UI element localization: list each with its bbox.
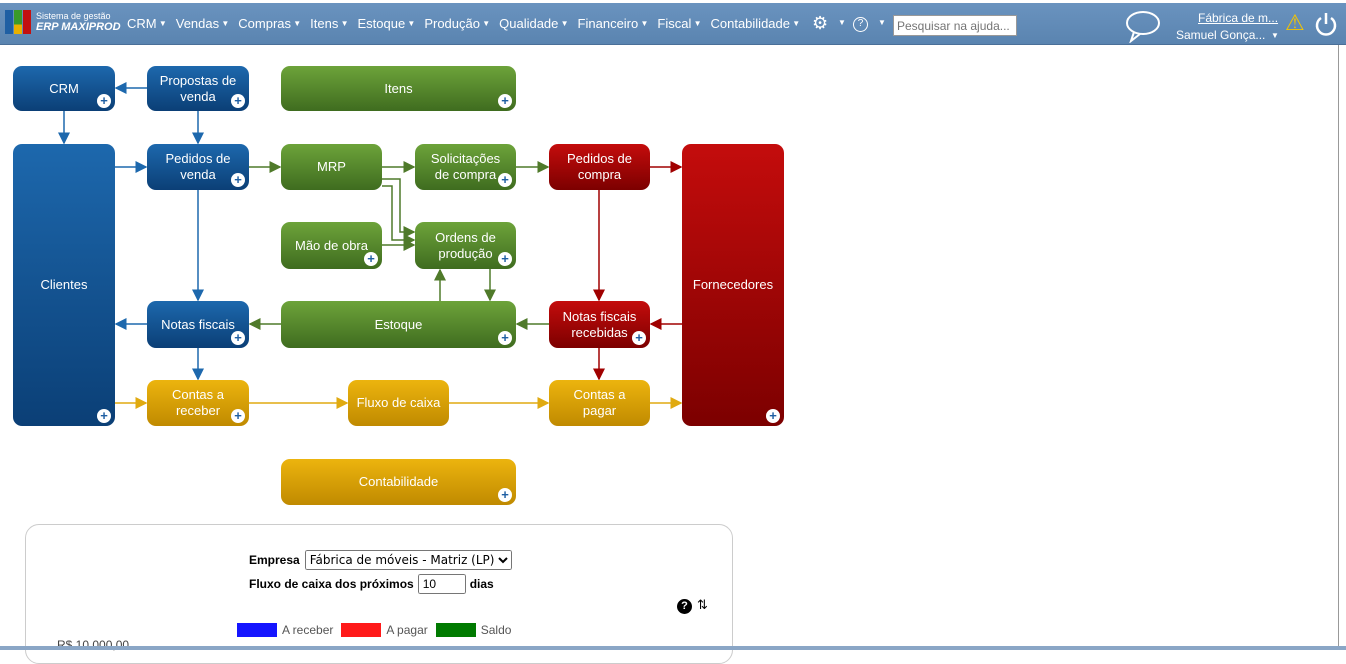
module-contas-pagar[interactable]: Contas a pagar xyxy=(549,380,650,426)
module-mrp[interactable]: MRP xyxy=(281,144,382,190)
module-label: Notas fiscais xyxy=(161,316,235,332)
module-estoque[interactable]: Estoque + xyxy=(281,301,516,348)
module-label: Fornecedores xyxy=(692,277,774,292)
empresa-select[interactable]: Fábrica de móveis - Matriz (LP) xyxy=(304,550,512,570)
legend-label: Saldo xyxy=(480,623,512,637)
days-input[interactable] xyxy=(417,574,466,594)
module-label: Contas a pagar xyxy=(573,387,626,418)
module-fluxo[interactable]: Fluxo de caixa xyxy=(348,380,449,426)
module-clientes[interactable]: Clientes + xyxy=(13,144,115,426)
chat-icon[interactable] xyxy=(1124,9,1162,43)
module-label: Fluxo de caixa xyxy=(356,395,441,410)
refresh-icon[interactable]: ⇅ xyxy=(697,597,708,613)
plus-icon[interactable]: + xyxy=(231,94,245,108)
module-contas-receber[interactable]: Contas a receber + xyxy=(147,380,249,426)
warning-icon[interactable]: ⚠ xyxy=(1285,10,1305,36)
help-search-input[interactable] xyxy=(893,15,1017,36)
cashflow-panel: Empresa Fábrica de móveis - Matriz (LP) … xyxy=(25,524,733,664)
plus-icon[interactable]: + xyxy=(364,252,378,266)
module-label: CRM xyxy=(49,80,79,96)
legend-item: A pagar xyxy=(341,623,428,637)
module-mao-obra[interactable]: Mão de obra + xyxy=(281,222,382,269)
plus-icon[interactable]: + xyxy=(498,252,512,266)
module-label: Contabilidade xyxy=(358,474,439,489)
plus-icon[interactable]: + xyxy=(97,409,111,423)
legend-swatch xyxy=(341,623,382,637)
gear-icon[interactable]: ⚙ xyxy=(812,13,828,34)
plus-icon[interactable]: + xyxy=(632,331,646,345)
company-link[interactable]: Fábrica de m... xyxy=(1198,11,1278,25)
module-notas-fiscais[interactable]: Notas fiscais + xyxy=(147,301,249,348)
power-icon[interactable] xyxy=(1314,11,1338,37)
module-label: Mão de obra xyxy=(295,237,368,253)
module-pedidos-compra[interactable]: Pedidos de compra xyxy=(549,144,650,190)
plus-icon[interactable]: + xyxy=(498,331,512,345)
plus-icon[interactable]: + xyxy=(766,409,780,423)
plus-icon[interactable]: + xyxy=(231,173,245,187)
module-fornecedores[interactable]: Fornecedores + xyxy=(682,144,784,426)
legend-label: A receber xyxy=(282,623,334,637)
plus-icon[interactable]: + xyxy=(97,94,111,108)
plus-icon[interactable]: + xyxy=(231,331,245,345)
module-crm[interactable]: CRM + xyxy=(13,66,115,111)
legend-item: Saldo xyxy=(435,623,512,637)
module-itens[interactable]: Itens + xyxy=(281,66,516,111)
chart-legend: A receber A pagar Saldo xyxy=(237,623,511,637)
module-label: Estoque xyxy=(374,316,423,332)
plus-icon[interactable]: + xyxy=(498,488,512,502)
legend-swatch xyxy=(435,623,476,637)
days-unit: dias xyxy=(469,577,494,591)
scrollbar[interactable] xyxy=(1338,45,1346,650)
plus-icon[interactable]: + xyxy=(498,94,512,108)
chevron-down-icon[interactable]: ▼ xyxy=(838,18,846,27)
module-nf-recebidas[interactable]: Notas fiscais recebidas + xyxy=(549,301,650,348)
module-label: MRP xyxy=(317,159,346,174)
module-propostas[interactable]: Propostas de venda + xyxy=(147,66,249,111)
legend-label: A pagar xyxy=(386,623,428,637)
bottom-border xyxy=(0,646,1346,650)
plus-icon[interactable]: + xyxy=(498,173,512,187)
module-ordens[interactable]: Ordens de produção + xyxy=(415,222,516,269)
days-label: Fluxo de caixa dos próximos xyxy=(249,577,414,591)
user-menu[interactable]: Samuel Gonça... xyxy=(1176,28,1265,42)
module-label: Itens xyxy=(384,80,413,96)
help-icon[interactable]: ? xyxy=(677,599,692,614)
legend-swatch xyxy=(237,623,277,637)
empresa-label: Empresa xyxy=(249,553,300,567)
module-pedidos-venda[interactable]: Pedidos de venda + xyxy=(147,144,249,190)
legend-item: A receber xyxy=(237,623,333,637)
module-label: Pedidos de compra xyxy=(566,151,633,182)
help-icon[interactable]: ? xyxy=(853,17,868,32)
module-label: Clientes xyxy=(40,277,88,292)
chevron-down-icon[interactable]: ▼ xyxy=(1271,31,1279,40)
module-contabilidade[interactable]: Contabilidade + xyxy=(281,459,516,505)
chevron-down-icon[interactable]: ▼ xyxy=(878,18,886,27)
module-solicitacoes[interactable]: Solicitações de compra + xyxy=(415,144,516,190)
plus-icon[interactable]: + xyxy=(231,409,245,423)
